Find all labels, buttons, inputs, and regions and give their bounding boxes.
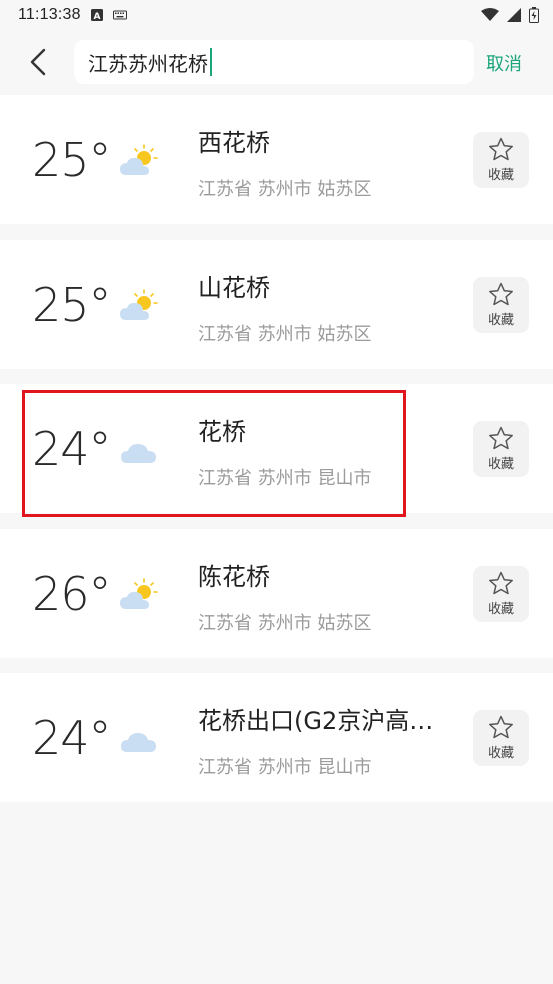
- star-icon: [489, 571, 513, 595]
- result-item[interactable]: 24° 花桥出口(G2京沪高… 江苏省 苏州市 昆山市 收藏: [0, 673, 553, 802]
- favorite-label: 收藏: [487, 168, 514, 183]
- star-icon: [489, 715, 513, 739]
- search-input[interactable]: 江苏苏州花桥: [74, 40, 474, 84]
- result-item[interactable]: 25° 山花桥 江苏省 苏州市 姑苏区 收藏: [0, 240, 553, 369]
- cancel-button[interactable]: 取消: [486, 50, 522, 76]
- temperature: 24°: [32, 711, 112, 765]
- result-item[interactable]: 25° 西花桥 江苏省 苏州市 姑苏区 收藏: [0, 95, 553, 224]
- result-item[interactable]: 24° 花桥 江苏省 苏州市 昆山市 收藏: [0, 384, 553, 513]
- place-region: 江苏省 苏州市 姑苏区: [198, 179, 372, 200]
- result-item[interactable]: 26° 陈花桥 江苏省 苏州市 姑苏区 收藏: [0, 529, 553, 658]
- a-notification-icon: A: [90, 9, 103, 21]
- place-name: 陈花桥: [198, 563, 270, 591]
- temperature: 26°: [32, 567, 112, 621]
- favorite-label: 收藏: [487, 457, 514, 472]
- favorite-label: 收藏: [487, 313, 514, 328]
- status-time: 11:13:38: [18, 6, 81, 23]
- back-button[interactable]: [22, 46, 54, 78]
- battery-icon: [529, 7, 539, 23]
- place-region: 江苏省 苏州市 姑苏区: [198, 613, 372, 634]
- favorite-label: 收藏: [487, 746, 514, 761]
- place-name: 山花桥: [198, 274, 270, 302]
- partly-cloudy-icon: [120, 289, 158, 320]
- keyboard-icon: [112, 10, 127, 20]
- favorite-button[interactable]: 收藏: [473, 566, 529, 622]
- temperature: 24°: [32, 422, 112, 476]
- temperature: 25°: [32, 278, 112, 332]
- place-name: 西花桥: [198, 129, 270, 157]
- favorite-label: 收藏: [487, 602, 514, 617]
- cloudy-icon: [121, 444, 156, 463]
- favorite-button[interactable]: 收藏: [473, 710, 529, 766]
- place-region: 江苏省 苏州市 昆山市: [198, 468, 372, 489]
- status-bar: 11:13:38 A: [0, 0, 553, 30]
- chevron-left-icon: [30, 48, 46, 76]
- search-header: 江苏苏州花桥 取消: [0, 30, 553, 94]
- favorite-button[interactable]: 收藏: [473, 421, 529, 477]
- status-right: [481, 7, 539, 23]
- signal-icon: [507, 8, 521, 22]
- status-left: 11:13:38 A: [18, 6, 127, 24]
- cloudy-icon: [121, 733, 156, 752]
- favorite-button[interactable]: 收藏: [473, 132, 529, 188]
- star-icon: [489, 137, 513, 161]
- place-region: 江苏省 苏州市 昆山市: [198, 757, 372, 778]
- svg-text:A: A: [93, 12, 100, 21]
- search-query: 江苏苏州花桥: [88, 51, 208, 76]
- wifi-icon: [481, 8, 499, 21]
- star-icon: [489, 282, 513, 306]
- partly-cloudy-icon: [120, 578, 158, 609]
- place-name: 花桥出口(G2京沪高…: [198, 707, 434, 735]
- place-region: 江苏省 苏州市 姑苏区: [198, 324, 372, 345]
- favorite-button[interactable]: 收藏: [473, 277, 529, 333]
- text-cursor: [210, 48, 212, 76]
- place-name: 花桥: [198, 418, 246, 446]
- partly-cloudy-icon: [120, 144, 158, 175]
- temperature: 25°: [32, 133, 112, 187]
- star-icon: [489, 426, 513, 450]
